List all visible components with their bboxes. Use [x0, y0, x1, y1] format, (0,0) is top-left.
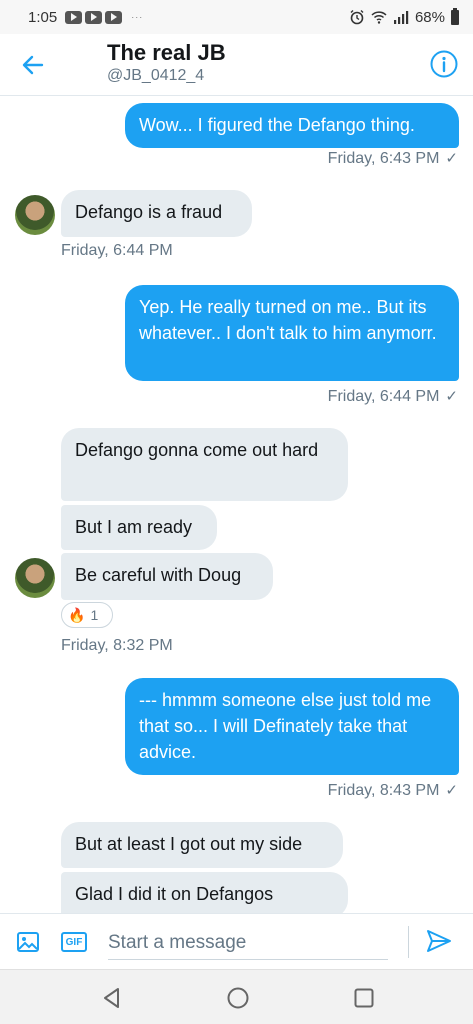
reaction-count: 1 — [90, 607, 99, 623]
wifi-icon — [371, 11, 387, 24]
info-icon — [430, 50, 458, 78]
message-timestamp: Friday, 8:43 PM ✓ — [327, 782, 458, 799]
alarm-icon — [350, 10, 364, 25]
system-recents-button[interactable] — [352, 986, 376, 1010]
received-message[interactable]: But I am ready — [61, 505, 217, 550]
youtube-notification-icon — [85, 10, 103, 24]
back-button[interactable] — [18, 50, 48, 80]
conversation-header: The real JB @JB_0412_4 — [0, 34, 473, 96]
message-timestamp: Friday, 6:44 PM — [61, 242, 173, 259]
received-message[interactable]: Glad I did it on Defangos — [61, 872, 348, 913]
youtube-notification-icon — [105, 10, 123, 24]
received-message[interactable]: Defango is a fraud — [61, 190, 252, 237]
conversation-title: The real JB — [107, 40, 226, 65]
sent-message[interactable]: Wow... I figured the Defango thing. — [125, 103, 459, 148]
send-icon — [427, 930, 451, 952]
message-composer: GIF — [0, 913, 473, 969]
signal-icon — [393, 11, 409, 24]
reaction-badge[interactable]: 🔥 1 — [61, 602, 113, 628]
avatar[interactable] — [15, 558, 55, 598]
battery-percent: 68% — [414, 8, 445, 26]
info-button[interactable] — [429, 49, 459, 79]
message-timestamp: Friday, 6:44 PM ✓ — [327, 388, 458, 405]
message-input[interactable] — [108, 926, 388, 960]
message-timestamp: Friday, 8:32 PM — [61, 637, 173, 654]
gif-button[interactable]: GIF — [61, 932, 87, 952]
avatar[interactable] — [15, 195, 55, 235]
sent-check-icon: ✓ — [445, 150, 458, 167]
send-button[interactable] — [425, 928, 455, 956]
status-time: 1:05 — [28, 8, 58, 26]
more-notifications-icon: ··· — [131, 12, 144, 22]
triangle-back-icon — [104, 988, 119, 1008]
sent-message[interactable]: --- hmmm someone else just told me that … — [125, 678, 459, 775]
add-photo-button[interactable] — [16, 930, 40, 954]
image-icon — [17, 932, 39, 952]
sent-check-icon: ✓ — [445, 782, 458, 799]
conversation-title-block[interactable]: The real JB @JB_0412_4 — [107, 40, 226, 86]
youtube-notification-icon — [65, 10, 83, 24]
system-home-button[interactable] — [226, 986, 250, 1010]
status-icons: 68% — [349, 7, 459, 26]
circle-home-icon — [227, 987, 249, 1009]
message-timestamp: Friday, 6:43 PM ✓ — [327, 150, 458, 167]
composer-divider — [408, 926, 409, 958]
status-bar: 1:05 ··· 68% — [0, 0, 473, 34]
back-arrow-icon — [22, 55, 44, 75]
square-recents-icon — [354, 988, 374, 1008]
conversation-handle: @JB_0412_4 — [107, 67, 205, 84]
sent-message[interactable]: Yep. He really turned on me.. But its wh… — [125, 285, 459, 381]
fire-emoji-icon: 🔥 — [68, 606, 86, 623]
system-navigation-bar — [0, 969, 473, 1024]
received-message[interactable]: But at least I got out my side — [61, 822, 343, 868]
received-message[interactable]: Defango gonna come out hard — [61, 428, 348, 501]
received-message[interactable]: Be careful with Doug — [61, 553, 273, 600]
message-list[interactable]: Wow... I figured the Defango thing. Frid… — [0, 97, 473, 913]
sent-check-icon: ✓ — [445, 388, 458, 405]
battery-icon — [451, 7, 459, 25]
system-back-button[interactable] — [100, 986, 124, 1010]
